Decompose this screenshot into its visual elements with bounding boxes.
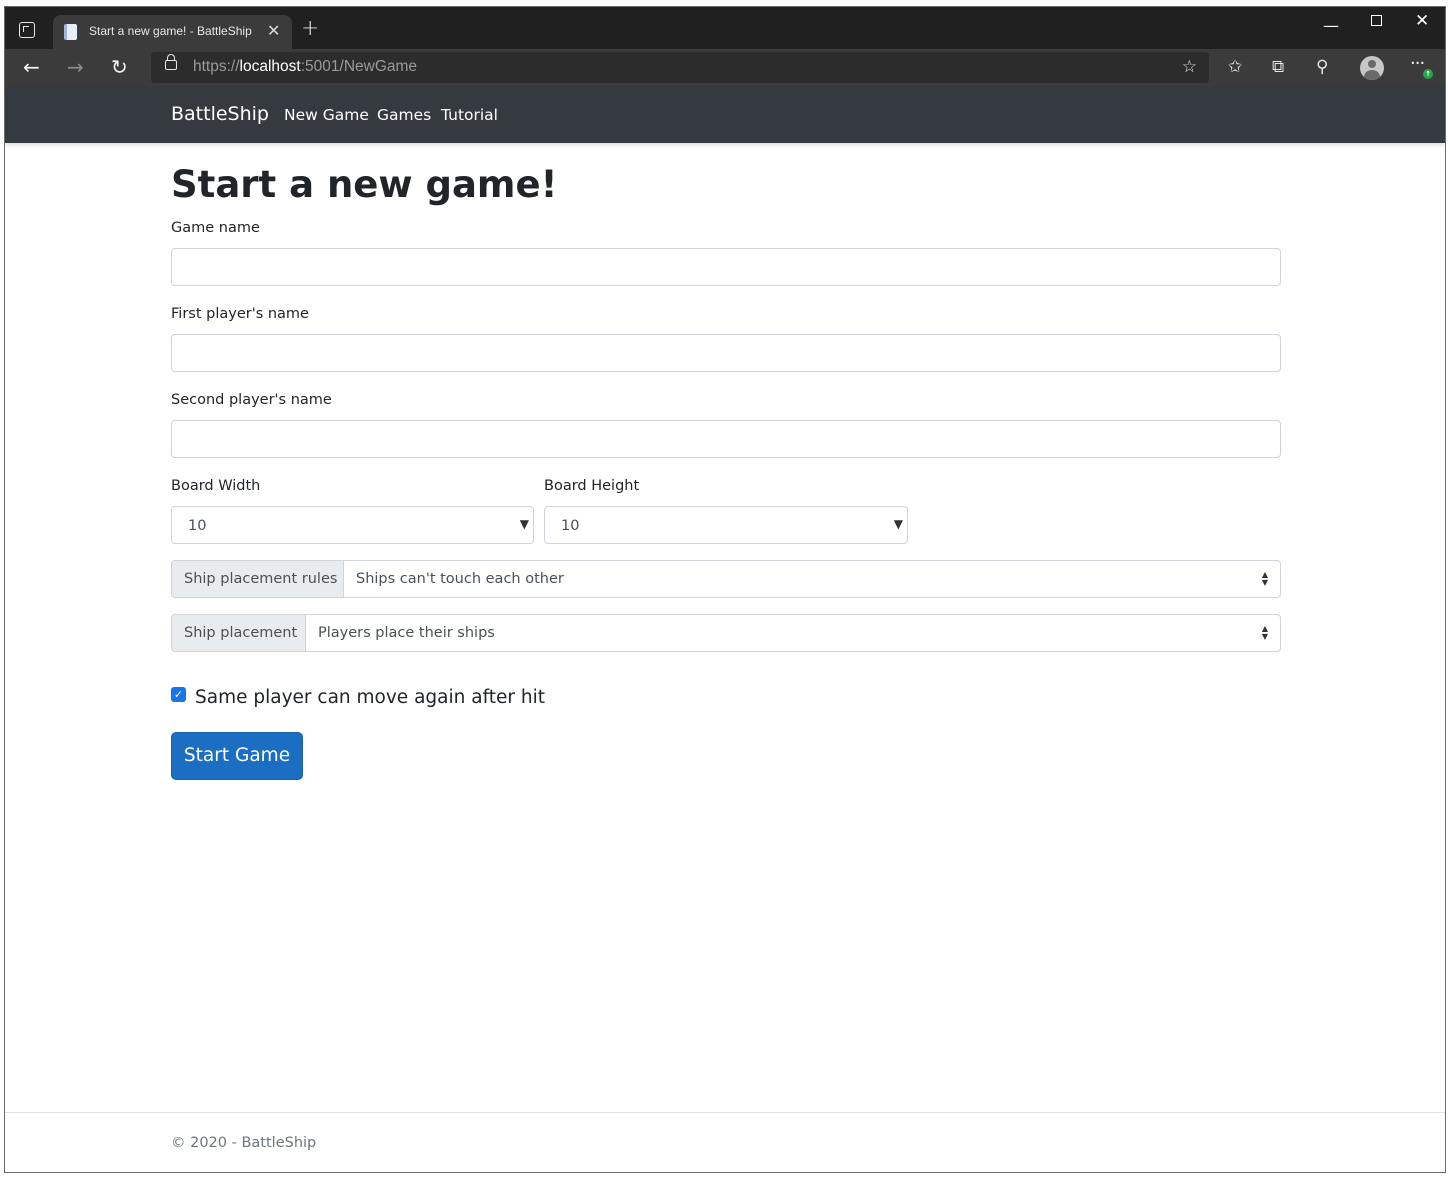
refresh-icon[interactable]: ↻	[111, 55, 128, 79]
start-game-button[interactable]: Start Game	[171, 732, 303, 780]
browser-window: Start a new game! - BattleShip ✕ + — ✕ ←…	[4, 6, 1446, 1173]
placement-rules-group[interactable]: Ship placement rules Ships can't touch e…	[171, 560, 1281, 598]
page-footer: © 2020 - BattleShip	[5, 1112, 1445, 1172]
active-tab[interactable]: Start a new game! - BattleShip ✕	[53, 15, 292, 49]
new-tab-icon[interactable]: +	[301, 18, 319, 40]
nav-link-games[interactable]: Games	[377, 106, 431, 124]
game-name-input[interactable]	[171, 248, 1281, 286]
tab-actions-icon[interactable]	[19, 22, 35, 38]
maximize-icon[interactable]	[1371, 15, 1382, 26]
same-player-checkbox[interactable]: ✓	[171, 687, 186, 702]
navbar-brand[interactable]: BattleShip	[171, 103, 269, 125]
add-favorite-icon[interactable]: ☆	[1182, 57, 1197, 77]
chevron-down-icon: ▼	[893, 517, 903, 531]
url-text[interactable]: https://localhost:5001/NewGame	[193, 58, 417, 76]
board-width-label: Board Width	[171, 478, 261, 494]
ship-placement-label: Ship placement	[172, 615, 306, 651]
collections-icon[interactable]: ⧉	[1272, 57, 1284, 77]
board-height-value: 10	[561, 518, 580, 534]
tab-close-icon[interactable]: ✕	[267, 22, 280, 40]
address-bar[interactable]: https://localhost:5001/NewGame ☆	[151, 52, 1209, 83]
board-height-select[interactable]: 10 ▼	[544, 506, 908, 544]
tab-title: Start a new game! - BattleShip	[89, 24, 252, 38]
lock-icon[interactable]	[165, 54, 177, 70]
url-scheme: https://	[193, 58, 240, 75]
forward-icon[interactable]: →	[67, 55, 84, 79]
page-title: Start a new game!	[171, 163, 558, 206]
nav-link-tutorial[interactable]: Tutorial	[441, 106, 498, 124]
favorites-icon[interactable]: ✩	[1228, 57, 1242, 77]
update-badge-icon: ↑	[1423, 69, 1433, 79]
url-path: :5001/NewGame	[300, 58, 418, 75]
browser-toolbar: ← → ↻ https://localhost:5001/NewGame ☆ ✩…	[5, 49, 1445, 87]
placement-rules-value: Ships can't touch each other	[356, 571, 564, 587]
extensions-icon[interactable]: ⚲	[1316, 57, 1328, 77]
back-icon[interactable]: ←	[23, 55, 40, 79]
url-host: localhost	[239, 58, 301, 75]
more-options-icon[interactable]: ···	[1410, 53, 1425, 74]
board-height-label: Board Height	[544, 478, 640, 494]
minimize-icon[interactable]: —	[1323, 16, 1339, 35]
board-width-select[interactable]: 10 ▼	[171, 506, 534, 544]
site-navbar: BattleShip New Game Games Tutorial	[5, 87, 1445, 143]
game-name-label: Game name	[171, 220, 260, 236]
window-close-icon[interactable]: ✕	[1415, 11, 1429, 31]
same-player-label[interactable]: Same player can move again after hit	[195, 687, 545, 708]
sort-arrows-icon: ▲ ▼	[1261, 570, 1268, 587]
sort-arrows-icon: ▲ ▼	[1261, 624, 1268, 641]
second-player-label: Second player's name	[171, 392, 332, 408]
placement-rules-label: Ship placement rules	[172, 561, 344, 597]
footer-copyright: © 2020 - BattleShip	[171, 1135, 317, 1151]
profile-avatar-icon[interactable]	[1360, 56, 1384, 80]
ship-placement-value: Players place their ships	[318, 625, 495, 641]
tab-strip: Start a new game! - BattleShip ✕ + — ✕	[5, 7, 1445, 49]
first-player-input[interactable]	[171, 334, 1281, 372]
page-favicon-icon	[64, 24, 77, 40]
first-player-label: First player's name	[171, 306, 309, 322]
ship-placement-group[interactable]: Ship placement Players place their ships…	[171, 614, 1281, 652]
nav-link-new-game[interactable]: New Game	[284, 106, 369, 124]
second-player-input[interactable]	[171, 420, 1281, 458]
board-width-value: 10	[188, 518, 207, 534]
chevron-down-icon: ▼	[519, 517, 529, 531]
